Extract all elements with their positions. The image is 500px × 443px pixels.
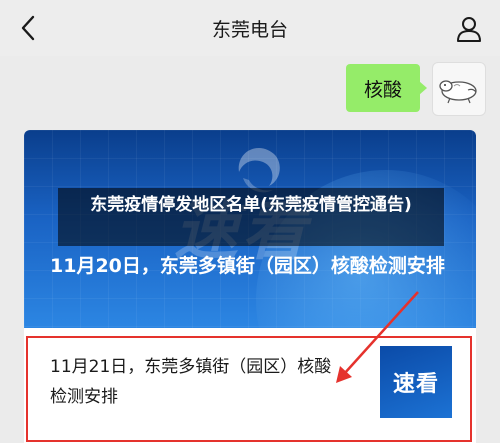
profile-button[interactable] — [452, 12, 486, 46]
article-card[interactable]: 速看 11月20日，东莞多镇街（园区）核酸检测安排 11月21日，东莞多镇街（园… — [24, 130, 476, 443]
thumbnail-text: 速看 — [392, 372, 439, 397]
chat-title: 东莞电台 — [211, 18, 288, 41]
chevron-left-icon — [21, 15, 35, 41]
message-text: 核酸 — [363, 78, 402, 101]
outgoing-message: 核酸 — [345, 62, 486, 122]
chat-header: 东莞电台 — [0, 0, 500, 56]
sub-article-item[interactable]: 11月21日，东莞多镇街（园区）核酸检测安排 速看 — [26, 336, 472, 442]
avatar[interactable] — [432, 62, 486, 116]
back-button[interactable] — [8, 10, 48, 46]
person-icon — [457, 17, 481, 42]
sheep-avatar-icon — [439, 80, 477, 104]
sub-article-thumbnail: 速看 — [380, 346, 452, 418]
message-bubble[interactable]: 核酸 — [345, 64, 428, 112]
sub-article-title: 11月21日，东莞多镇街（园区）核酸检测安排 — [50, 357, 332, 407]
overlay-title-banner: 东莞疫情停发地区名单(东莞疫情管控通告) — [58, 188, 444, 246]
cover-headline: 11月20日，东莞多镇街（园区）核酸检测安排 — [50, 255, 445, 277]
